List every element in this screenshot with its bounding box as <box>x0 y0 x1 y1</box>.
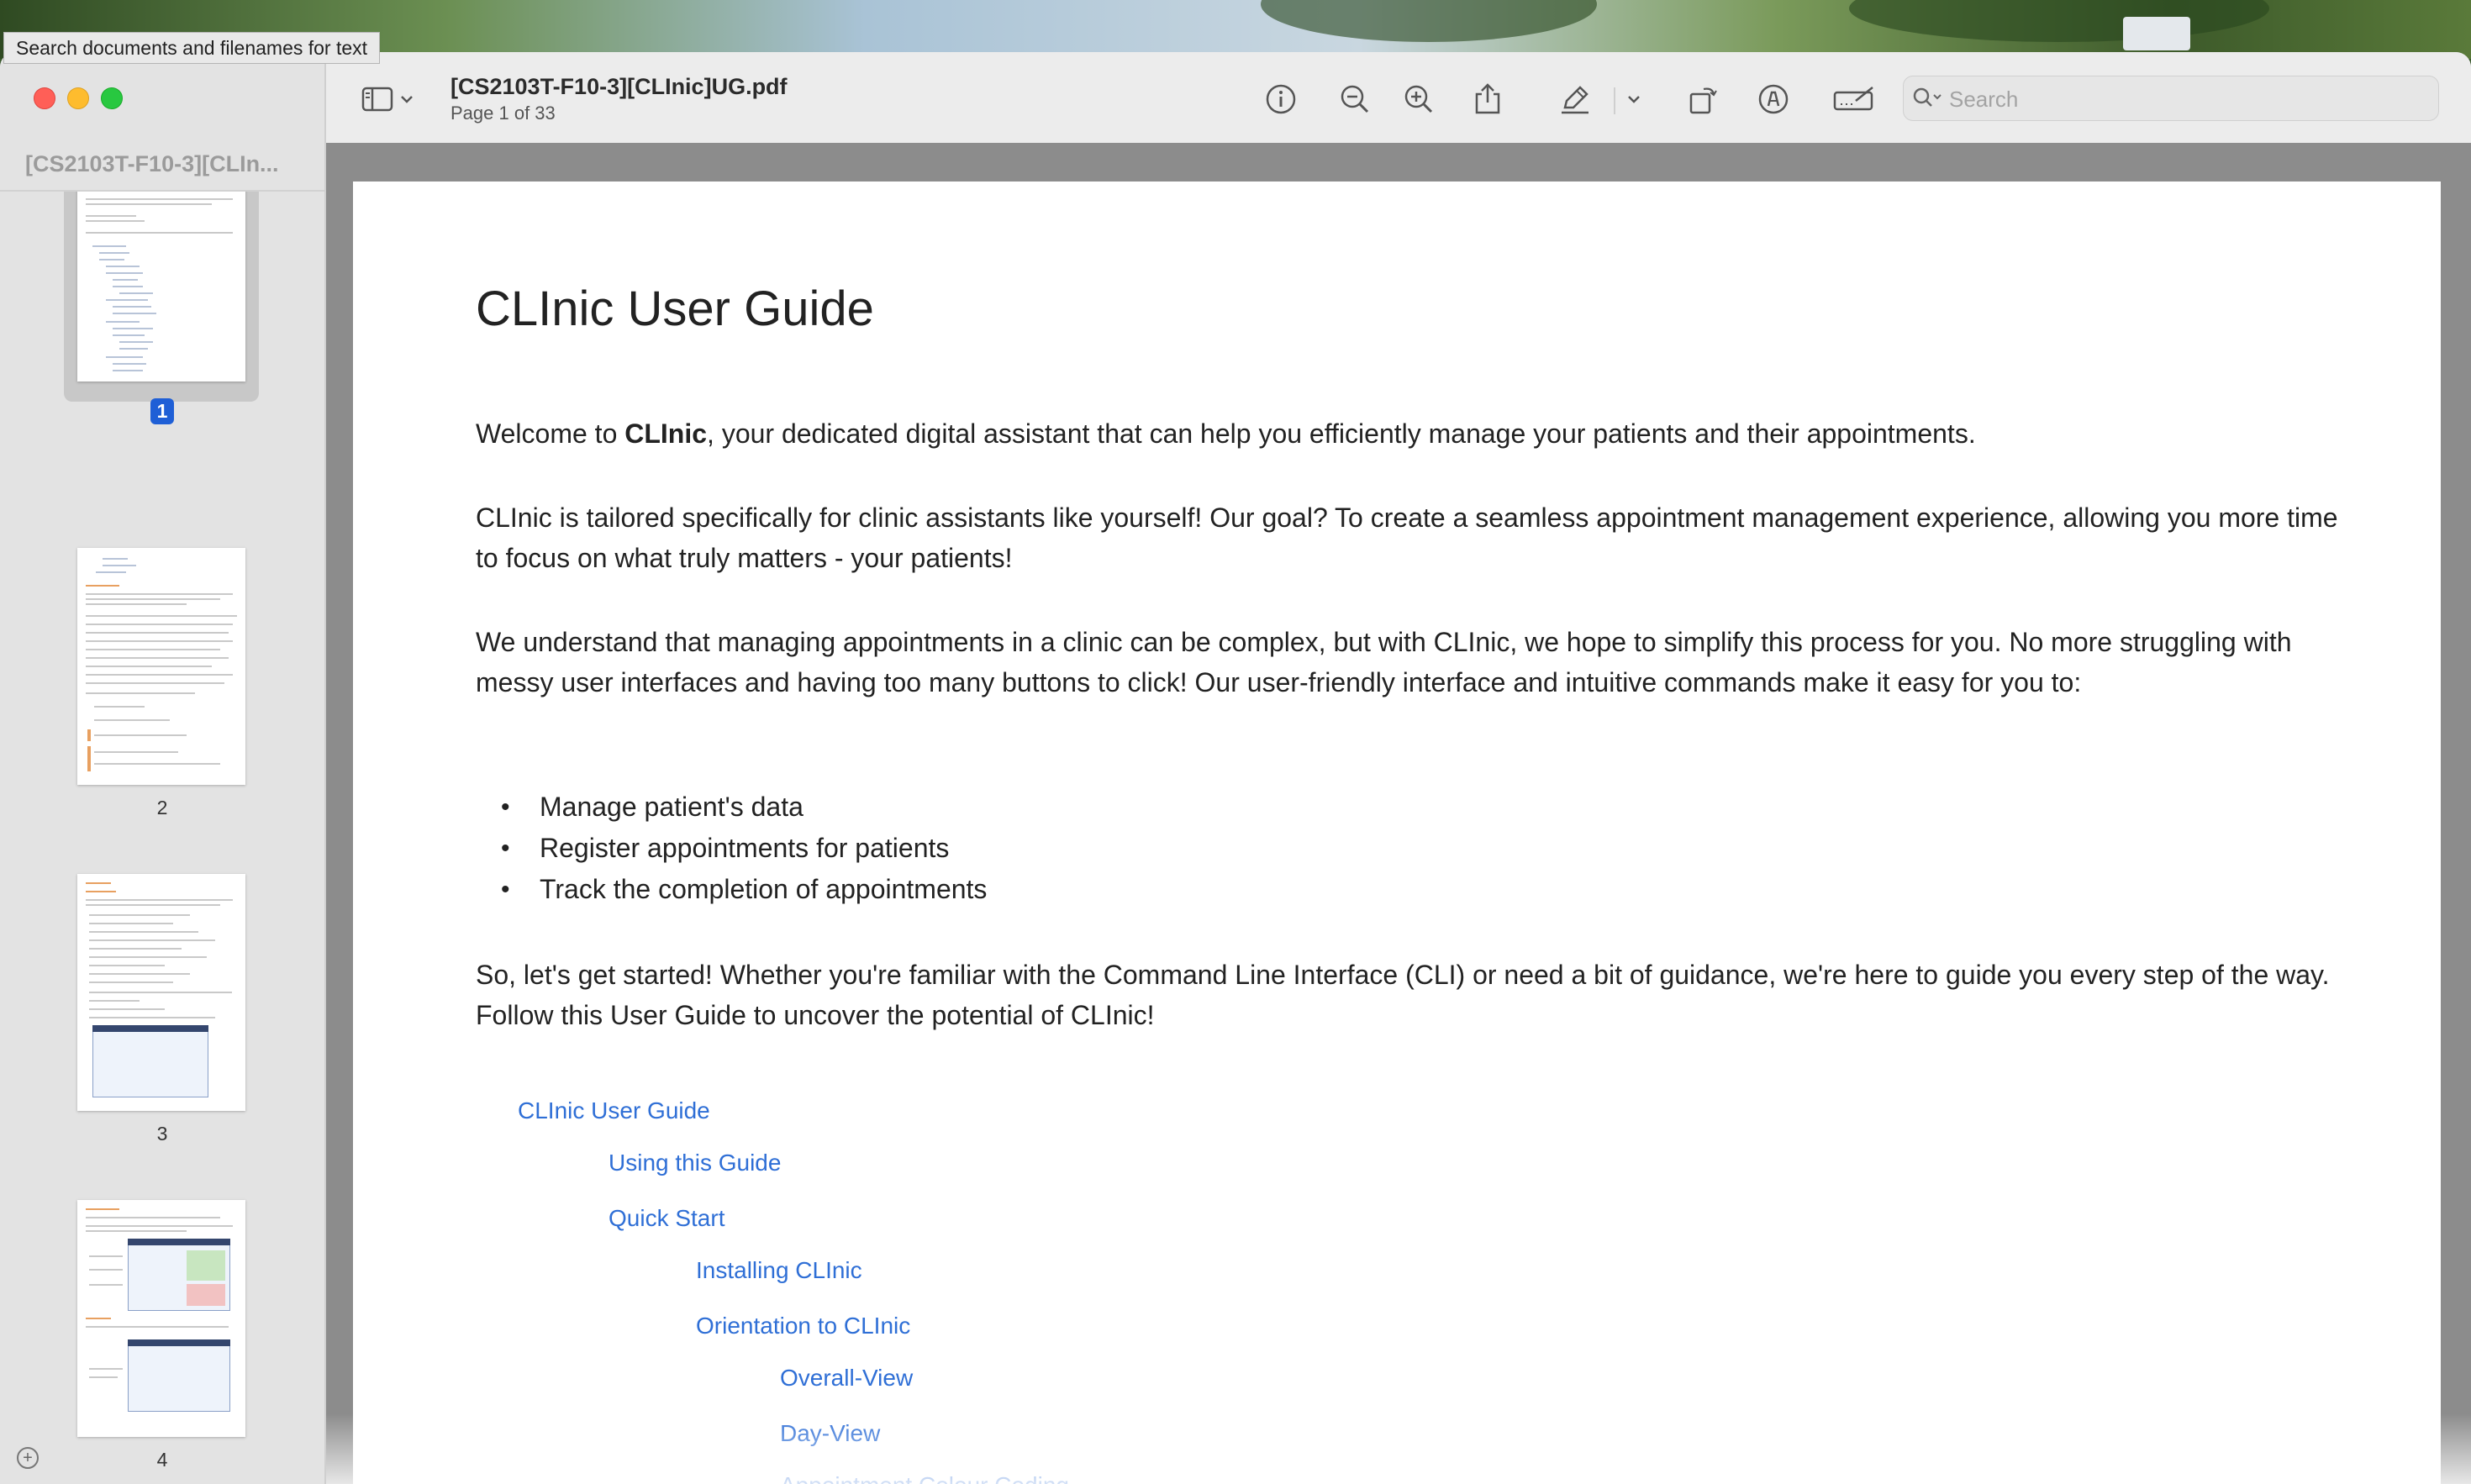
list-item: Manage patient's data <box>476 787 987 828</box>
feature-list: Manage patient's data Register appointme… <box>476 787 987 910</box>
minimize-window-button[interactable] <box>67 87 89 109</box>
thumbnail-page-2[interactable]: 2 <box>0 548 324 825</box>
preview-window: [CS2103T-F10-3][CLIn... 1 2 3 4 + [CS210… <box>0 52 2471 1484</box>
toc-link[interactable]: Using this Guide <box>609 1150 781 1176</box>
search-tooltip: Search documents and filenames for text <box>3 32 381 64</box>
page-title: CLInic User Guide <box>476 282 874 336</box>
list-item: Register appointments for patients <box>476 828 987 869</box>
thumbnail-sidebar: [CS2103T-F10-3][CLIn... 1 2 3 4 + <box>0 52 326 1484</box>
intro-paragraph: Welcome to CLInic, your dedicated digita… <box>476 413 2367 454</box>
sidebar-toggle-icon[interactable] <box>360 81 397 118</box>
thumbnail-page-1[interactable]: 1 <box>0 192 324 424</box>
thumbnail-image <box>77 192 245 382</box>
toc-link[interactable]: Day-View <box>780 1420 880 1447</box>
page-indicator: Page 1 of 33 <box>450 103 556 124</box>
thumbnail-image <box>77 548 245 785</box>
thumbnail-page-number: 4 <box>156 1449 168 1471</box>
search-input[interactable] <box>1947 83 2421 115</box>
thumbnail-list: 1 2 3 4 <box>0 192 324 1484</box>
features-paragraph: We understand that managing appointments… <box>476 627 2292 697</box>
pdf-page: CLInic User Guide Welcome to CLInic, you… <box>353 182 2441 1484</box>
toolbar-divider <box>1614 87 1615 114</box>
document-view[interactable]: CLInic User Guide Welcome to CLInic, you… <box>326 143 2471 1484</box>
markup-icon[interactable] <box>1755 81 1792 118</box>
sign-icon[interactable] <box>1831 81 1878 118</box>
desktop-window-icon <box>2123 17 2190 50</box>
toc-link[interactable]: Quick Start <box>609 1205 724 1232</box>
thumbnail-page-3[interactable]: 3 <box>0 874 324 1151</box>
highlight-pen-icon[interactable] <box>1557 81 1594 118</box>
chevron-down-icon[interactable] <box>397 81 417 118</box>
search-field[interactable] <box>1903 76 2439 121</box>
thumbnail-page-number: 3 <box>156 1123 168 1145</box>
document-title: [CS2103T-F10-3][CLInic]UG.pdf <box>450 74 788 99</box>
zoom-out-icon[interactable] <box>1336 81 1373 118</box>
intro-text-end: , your dedicated digital assistant that … <box>707 418 1976 449</box>
sidebar-document-title: [CS2103T-F10-3][CLIn... <box>25 151 279 176</box>
chevron-down-icon[interactable] <box>1624 81 1644 118</box>
toc-link[interactable]: Installing CLInic <box>696 1257 862 1284</box>
list-item: Track the completion of appointments <box>476 869 987 910</box>
share-icon[interactable] <box>1469 81 1506 118</box>
fullscreen-window-button[interactable] <box>101 87 123 109</box>
thumbnail-page-4[interactable]: 4 <box>0 1200 324 1477</box>
toc-link[interactable]: Orientation to CLInic <box>696 1313 910 1339</box>
thumbnail-image <box>77 874 245 1111</box>
thumbnail-page-number: 2 <box>156 797 168 818</box>
thumbnail-image <box>77 1200 245 1437</box>
intro-app-name: CLInic <box>624 418 708 449</box>
close-window-button[interactable] <box>34 87 55 109</box>
thumbnail-page-number: 1 <box>0 398 324 424</box>
toc-link[interactable]: Appointment Colour Coding <box>780 1472 1069 1484</box>
add-page-icon[interactable]: + <box>17 1447 39 1469</box>
toolbar: [CS2103T-F10-3][CLInic]UG.pdf Page 1 of … <box>326 52 2471 145</box>
toc-link[interactable]: Overall-View <box>780 1365 913 1392</box>
goal-paragraph: CLInic is tailored specifically for clin… <box>476 503 2338 573</box>
rotate-icon[interactable] <box>1684 81 1721 118</box>
intro-text-start: Welcome to <box>476 418 625 449</box>
search-icon <box>1912 87 1944 114</box>
getting-started-paragraph: So, let's get started! Whether you're fa… <box>476 960 2330 1030</box>
zoom-in-icon[interactable] <box>1400 81 1437 118</box>
toc-link[interactable]: CLInic User Guide <box>518 1097 710 1124</box>
info-icon[interactable] <box>1262 81 1299 118</box>
